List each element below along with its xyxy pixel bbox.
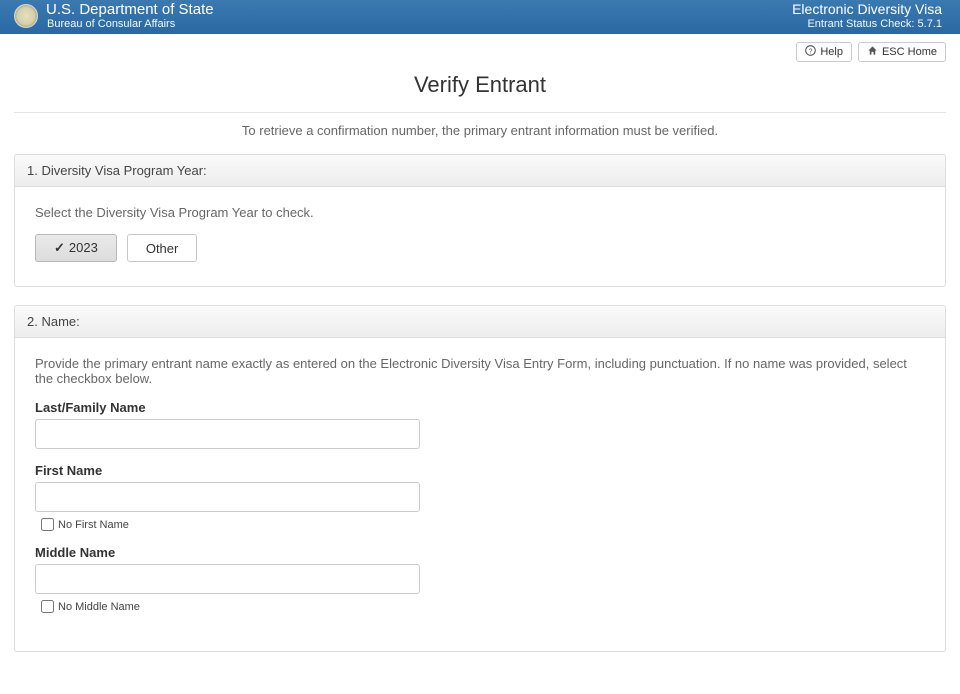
middle-name-input[interactable] [35,564,420,594]
app-subtitle: Entrant Status Check: 5.7.1 [792,18,942,30]
app-name: Electronic Diversity Visa [792,2,942,17]
section-name-heading: 2. Name: [15,306,945,338]
bureau-name: Bureau of Consular Affairs [46,18,214,30]
last-name-label: Last/Family Name [35,400,435,415]
svg-text:?: ? [809,48,813,55]
section-program-year: 1. Diversity Visa Program Year: Select t… [14,154,946,287]
app-block: Electronic Diversity Visa Entrant Status… [792,2,942,29]
year-option-other[interactable]: Other [127,234,198,262]
divider [14,112,946,113]
name-instruction: Provide the primary entrant name exactly… [35,356,925,386]
last-name-input[interactable] [35,419,420,449]
top-toolbar: ? Help ESC Home [0,34,960,66]
section-program-year-heading: 1. Diversity Visa Program Year: [15,155,945,187]
year-other-label: Other [146,241,179,256]
help-label: Help [820,46,843,58]
top-banner: U.S. Department of State Bureau of Consu… [0,0,960,34]
program-year-instruction: Select the Diversity Visa Program Year t… [35,205,925,220]
first-name-label: First Name [35,463,435,478]
check-icon: ✓ [54,240,65,255]
state-dept-seal-icon [14,4,38,28]
home-icon [867,45,878,59]
dept-block: U.S. Department of State Bureau of Consu… [14,2,214,31]
no-middle-name-label: No Middle Name [58,601,140,613]
dept-name: U.S. Department of State [46,2,214,19]
esc-home-label: ESC Home [882,46,937,58]
help-icon: ? [805,45,816,59]
esc-home-button[interactable]: ESC Home [858,42,946,62]
year-selected-label: 2023 [69,240,98,255]
page-subtitle: To retrieve a confirmation number, the p… [14,123,946,138]
middle-name-label: Middle Name [35,545,435,560]
year-option-selected[interactable]: ✓ 2023 [35,234,117,262]
first-name-input[interactable] [35,482,420,512]
no-first-name-checkbox[interactable] [41,518,54,531]
no-first-name-label: No First Name [58,519,129,531]
help-button[interactable]: ? Help [796,42,852,62]
section-name: 2. Name: Provide the primary entrant nam… [14,305,946,652]
no-middle-name-checkbox[interactable] [41,600,54,613]
page-title: Verify Entrant [14,72,946,98]
